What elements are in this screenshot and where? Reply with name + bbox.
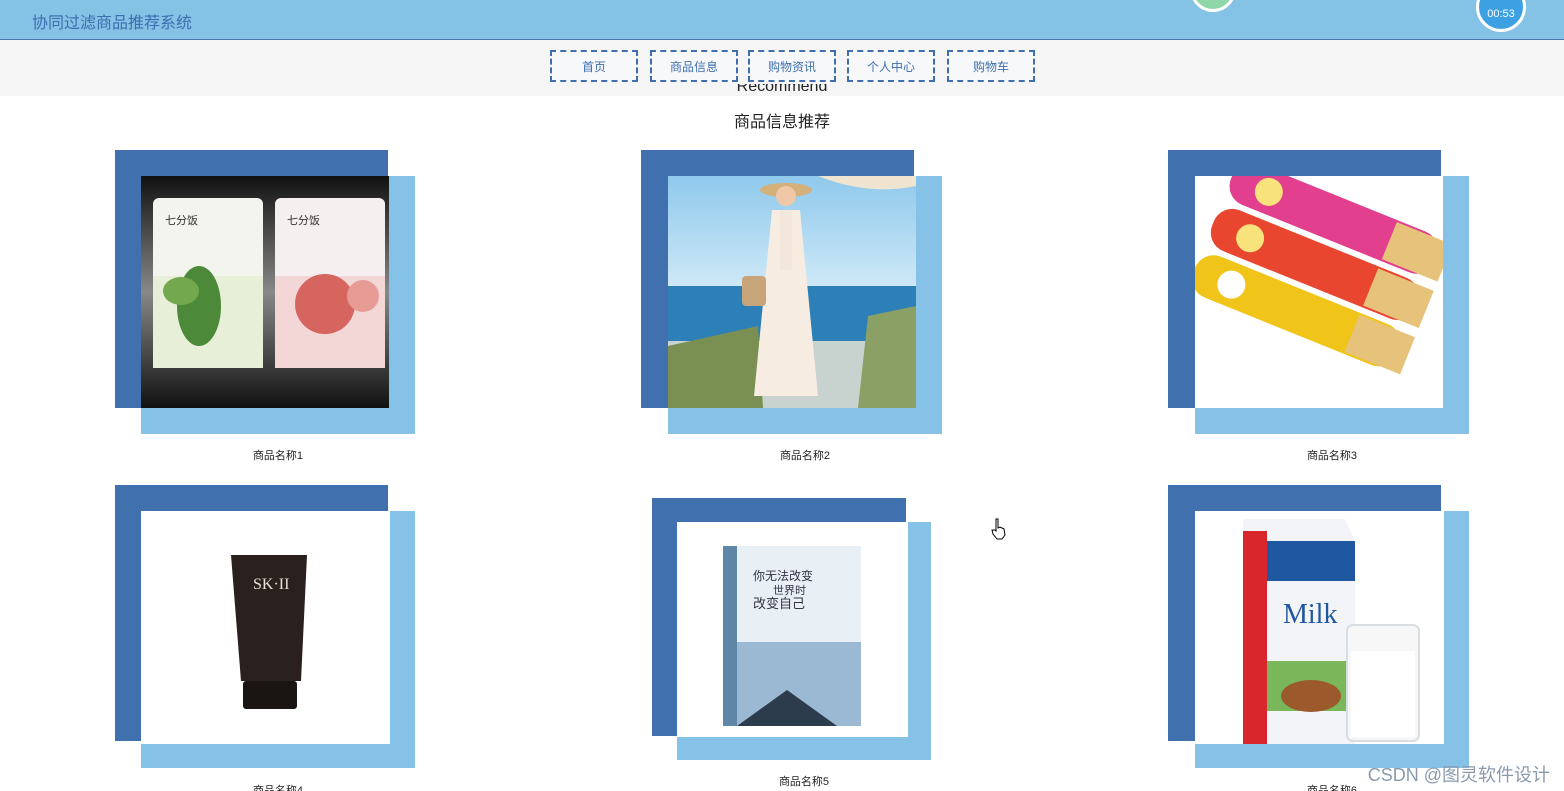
timer-badge: 00:53 [1476,0,1526,32]
svg-text:七分饭: 七分饭 [287,214,320,227]
nav-item-cart[interactable]: 购物车 [947,50,1035,82]
product-name[interactable]: 商品名称3 [1182,447,1482,463]
product-image-face-mask[interactable]: 七分饭 七分饭 [141,176,389,408]
product-name[interactable]: 商品名称5 [654,773,954,789]
product-image-book[interactable]: 你无法改变 世界时 改变自己 [677,522,908,737]
svg-text:七分饭: 七分饭 [165,214,198,227]
hand-cursor-icon [991,518,1006,540]
watermark: CSDN @图灵软件设计 [1367,765,1550,785]
section-title-en: Recommend [736,84,828,95]
svg-text:改变自己: 改变自己 [753,596,805,611]
avatar-circle[interactable] [1190,0,1236,12]
nav-item-products[interactable]: 商品信息 [650,50,738,82]
app-title: 协同过滤商品推荐系统 [32,15,193,32]
product-image-dress[interactable] [668,176,916,408]
product-image-milk[interactable]: Milk [1195,511,1444,744]
svg-text:你无法改变: 你无法改变 [753,568,813,583]
top-bar: 协同过滤商品推荐系统 00:53 [0,0,1564,40]
product-image-chips[interactable] [1195,176,1443,408]
nav-item-profile[interactable]: 个人中心 [847,50,935,82]
page: 协同过滤商品推荐系统 00:53 首页 商品信息 购物资讯 个人中心 购物车 R… [0,0,1564,791]
product-name[interactable]: 商品名称2 [655,447,955,463]
nav-item-news[interactable]: 购物资讯 [748,50,836,82]
product-name[interactable]: 商品名称1 [128,447,428,463]
svg-text:Milk: Milk [1283,599,1337,630]
product-name[interactable]: 商品名称4 [128,782,428,791]
product-image-skincare[interactable]: SK·II [141,511,390,744]
nav-item-home[interactable]: 首页 [550,50,638,82]
svg-text:SK·II: SK·II [253,576,289,593]
section-title: 商品信息推荐 [733,114,830,131]
